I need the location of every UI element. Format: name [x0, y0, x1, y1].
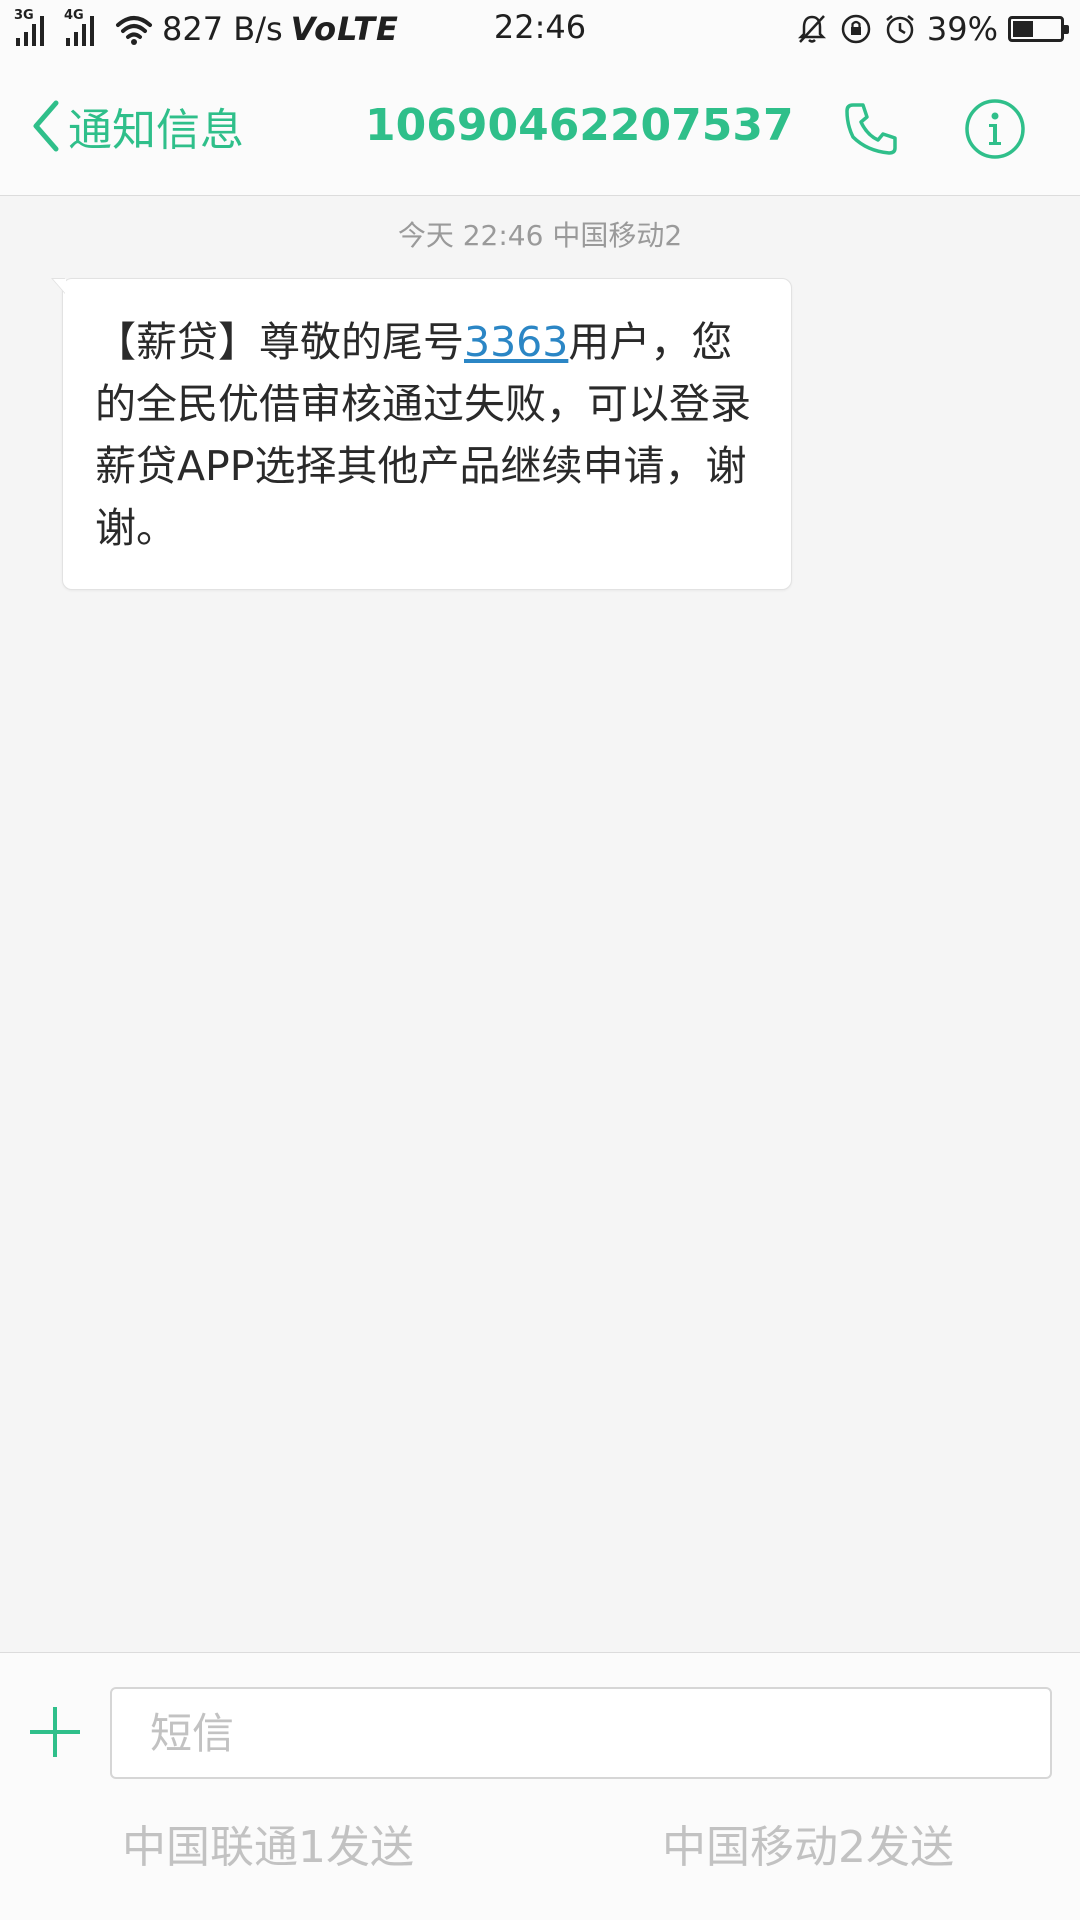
timestamp-carrier: 中国移动2: [552, 219, 683, 252]
contact-number: 10690462207537: [365, 100, 794, 151]
info-icon: [965, 99, 1025, 159]
battery-percent: 39%: [926, 10, 998, 48]
back-chevron-icon: [33, 100, 59, 152]
plus-icon: [30, 1707, 80, 1757]
battery-icon: [1008, 16, 1069, 42]
mute-icon: [797, 15, 826, 43]
call-button[interactable]: [836, 94, 906, 164]
composer-bar: 中国联通1发送 中国移动2发送: [0, 1652, 1080, 1920]
conversation-header: 通知信息 10690462207537: [0, 56, 1080, 196]
timestamp-time: 今天 22:46: [397, 219, 544, 252]
alarm-icon: [886, 15, 914, 44]
message-bubble[interactable]: 【薪贷】尊敬的尾号3363用户，您的全民优借审核通过失败，可以登录薪贷APP选择…: [51, 278, 792, 590]
message-number-link[interactable]: 3363: [464, 318, 568, 366]
contact-info-button[interactable]: [960, 94, 1030, 164]
add-attachment-button[interactable]: [20, 1697, 90, 1767]
message-prefix: 【薪贷】尊敬的尾号: [95, 318, 464, 366]
message-timestamp: 今天 22:46 中国移动2: [0, 214, 1080, 254]
send-sim2-button[interactable]: 中国移动2发送: [662, 1813, 954, 1883]
status-right: 39%: [795, 8, 1069, 50]
back-label: 通知信息: [68, 105, 244, 156]
rotation-lock-icon: [841, 14, 871, 44]
battery-fill: [1013, 21, 1033, 37]
send-sim1-button[interactable]: 中国联通1发送: [122, 1813, 414, 1883]
back-button[interactable]: 通知信息: [30, 94, 244, 158]
phone-icon: [845, 103, 897, 155]
sms-input[interactable]: [110, 1687, 1052, 1779]
status-bar: 3G 4G 827 B/s VoLTE 22:46 39%: [0, 0, 1080, 56]
